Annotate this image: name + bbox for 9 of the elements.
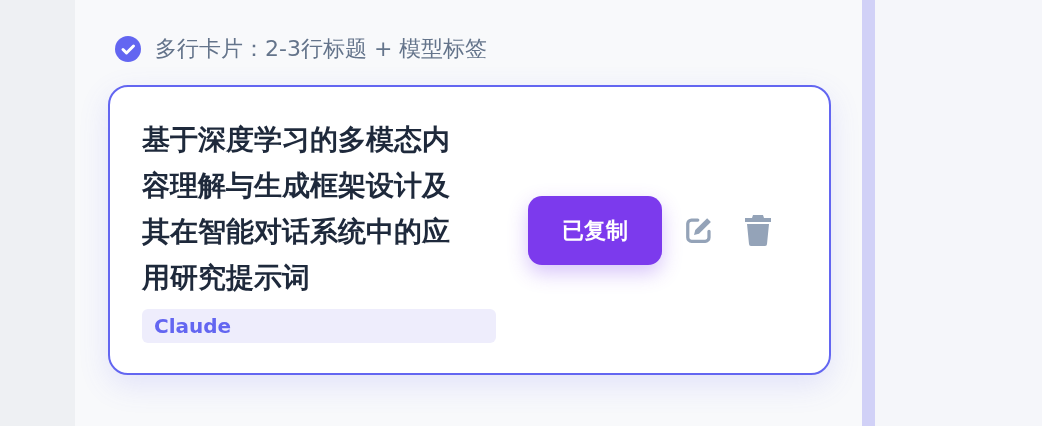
copied-button[interactable]: 已复制 xyxy=(528,195,662,265)
model-tag: Claude xyxy=(142,309,496,343)
edit-button[interactable] xyxy=(684,215,714,245)
edit-icon xyxy=(684,215,714,245)
delete-button[interactable] xyxy=(744,214,772,246)
option-label: 多行卡片：2-3行标题 + 模型标签 xyxy=(155,35,488,63)
trash-icon xyxy=(744,214,772,246)
card-title: 基于深度学习的多模态内容理解与生成框架设计及其在智能对话系统中的应用研究提示词 xyxy=(142,122,451,296)
check-icon[interactable] xyxy=(115,35,141,62)
